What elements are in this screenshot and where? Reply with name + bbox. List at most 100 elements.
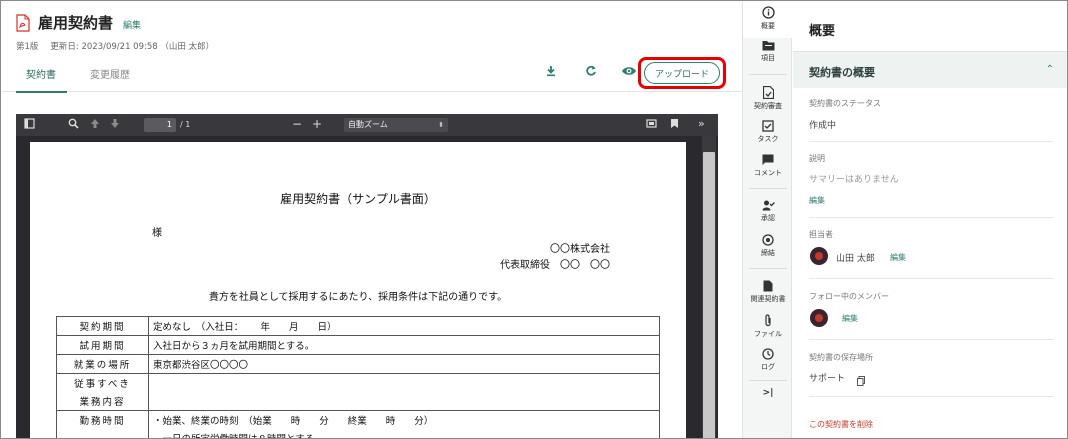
status-value[interactable]: 作成中 xyxy=(809,118,836,131)
comment-icon xyxy=(762,154,774,165)
rail-label: 関連契約書 xyxy=(750,295,786,303)
tab-contract[interactable]: 契約書 xyxy=(16,66,67,93)
next-page-icon[interactable] xyxy=(110,118,120,134)
field-divider xyxy=(809,339,1053,340)
document-check-icon xyxy=(762,86,774,99)
document-title: 雇用契約書 xyxy=(38,14,114,32)
rail-label: 締結 xyxy=(761,249,775,257)
rail-divider xyxy=(749,74,787,75)
edit-title-link[interactable]: 編集 xyxy=(123,18,141,31)
version-label: 第1版 xyxy=(16,42,39,52)
table-row: 一日の所定労働時間は８時間とする。 xyxy=(56,429,660,438)
zoom-select-value: 自動ズーム xyxy=(348,120,388,129)
assignee-edit-link[interactable]: 編集 xyxy=(890,252,906,263)
document-meta: 第1版 更新日: 2023/09/21 09:58 （山田 太郎） xyxy=(16,40,214,52)
tab-history[interactable]: 変更履歴 xyxy=(90,66,130,91)
table-cell-key: 業務内容 xyxy=(56,392,149,411)
eye-icon[interactable] xyxy=(620,62,638,80)
description-edit-link[interactable]: 編集 xyxy=(809,195,825,206)
pdf-file-icon xyxy=(16,13,30,32)
storage-value[interactable]: サポート xyxy=(809,371,845,384)
side-icon-rail: 概要 項目 契約審査 タスク コメント 承認 締結 関連契約書 ファイル ログ … xyxy=(742,2,793,438)
table-cell-value xyxy=(148,373,660,411)
field-divider xyxy=(809,278,1053,279)
rail-item-comments[interactable]: コメント xyxy=(743,154,793,178)
table-cell-value: ・始業、終業の時刻 （始業 時 分 終業 時 分） xyxy=(148,410,660,429)
pdf-representative: 代表取締役 〇〇 〇〇 xyxy=(500,260,610,271)
table-cell-value: 入社日から３ヵ月を試用期間とする。 xyxy=(148,335,660,355)
refresh-icon[interactable] xyxy=(582,62,600,80)
previous-page-icon[interactable] xyxy=(90,118,100,134)
table-row: 試用期間 入社日から３ヵ月を試用期間とする。 xyxy=(56,335,660,355)
avatar xyxy=(810,247,828,265)
rail-label: ファイル xyxy=(754,330,782,338)
bookmark-icon[interactable] xyxy=(670,118,679,134)
page-number-input[interactable]: 1 xyxy=(144,118,176,132)
related-document-icon xyxy=(763,280,773,292)
rail-item-files[interactable]: ファイル xyxy=(743,314,793,339)
table-cell-key xyxy=(56,429,149,438)
rail-label: 承認 xyxy=(761,214,775,222)
pdf-scrollbar[interactable] xyxy=(702,136,716,438)
document-header: 雇用契約書 編集 xyxy=(16,12,141,33)
pdf-conditions-table: 契約期間 定めなし （入社日： 年 月 日） 試用期間 入社日から３ヵ月を試用期… xyxy=(56,316,660,438)
main-area: 雇用契約書 編集 第1版 更新日: 2023/09/21 09:58 （山田 太… xyxy=(2,2,742,438)
status-label: 契約書のステータス xyxy=(809,99,881,108)
pdf-company: 〇〇株式会社 xyxy=(550,244,610,255)
presentation-icon[interactable] xyxy=(646,118,657,134)
assignee-label: 担当者 xyxy=(809,230,833,239)
copy-icon[interactable] xyxy=(857,371,865,390)
pdf-addressee: 様 xyxy=(152,228,162,239)
seal-icon xyxy=(762,234,774,246)
table-cell-value: 東京都渋谷区〇〇〇〇 xyxy=(148,354,660,374)
rail-label: コメント xyxy=(754,169,782,177)
table-cell-key: 試用期間 xyxy=(56,335,149,355)
section-header[interactable]: 契約書の概要 ⌃ xyxy=(793,52,1067,88)
checkbox-icon xyxy=(762,120,774,132)
pdf-viewer: 1 / 1 − + 自動ズーム ⬍ » 雇用契約書（サンプル書面） 様 〇〇株式… xyxy=(16,114,718,438)
rail-item-collapse[interactable]: >| xyxy=(743,386,793,398)
rail-item-log[interactable]: ログ xyxy=(743,348,793,372)
field-divider xyxy=(809,396,1053,397)
tools-menu-icon[interactable]: » xyxy=(698,117,705,131)
table-row: 契約期間 定めなし （入社日： 年 月 日） xyxy=(56,316,660,336)
zoom-out-icon[interactable]: − xyxy=(292,117,302,131)
info-icon xyxy=(761,6,775,19)
description-value: サマリーはありません xyxy=(809,175,899,185)
rail-item-approval[interactable]: 承認 xyxy=(743,200,793,223)
overview-panel: 概要 契約書の概要 ⌃ 契約書のステータス 作成中 説明 サマリーはありません … xyxy=(793,2,1067,438)
rail-label: タスク xyxy=(757,135,779,143)
folder-icon xyxy=(762,41,774,51)
sidebar-toggle-icon[interactable] xyxy=(24,118,35,134)
rail-item-tasks[interactable]: タスク xyxy=(743,120,793,144)
rail-item-overview[interactable]: 概要 xyxy=(743,2,793,38)
pdf-page-title: 雇用契約書（サンプル書面） xyxy=(280,192,436,206)
table-cell-key: 従事すべき xyxy=(56,373,149,392)
page-total-label: / 1 xyxy=(180,120,191,129)
chevron-up-icon[interactable]: ⌃ xyxy=(1046,64,1054,75)
rail-item-related[interactable]: 関連契約書 xyxy=(743,280,793,304)
zoom-in-icon[interactable]: + xyxy=(312,117,322,131)
table-cell-value: 一日の所定労働時間は８時間とする。 xyxy=(148,429,660,438)
rail-item-fields[interactable]: 項目 xyxy=(743,40,793,63)
section-title: 契約書の概要 xyxy=(809,66,875,79)
followers-edit-link[interactable]: 編集 xyxy=(842,313,858,324)
delete-contract-link[interactable]: この契約書を削除 xyxy=(809,419,873,430)
rail-label: 概要 xyxy=(761,22,775,30)
followers-label: フォロー中のメンバー xyxy=(809,292,889,301)
table-row: 就業の場所 東京都渋谷区〇〇〇〇 xyxy=(56,354,660,374)
zoom-select[interactable]: 自動ズーム ⬍ xyxy=(344,118,448,132)
approve-icon xyxy=(762,200,775,211)
rail-divider xyxy=(749,268,787,269)
rail-divider xyxy=(749,380,787,381)
rail-label: 項目 xyxy=(761,54,775,62)
clock-icon xyxy=(762,348,774,360)
pdf-scrollbar-thumb[interactable] xyxy=(703,152,715,438)
download-icon[interactable] xyxy=(542,62,560,80)
search-icon[interactable] xyxy=(68,118,79,134)
rail-item-signing[interactable]: 締結 xyxy=(743,234,793,258)
highlight-box xyxy=(638,57,726,89)
avatar xyxy=(810,309,828,327)
rail-item-review[interactable]: 契約審査 xyxy=(743,86,793,111)
field-divider xyxy=(809,217,1053,218)
